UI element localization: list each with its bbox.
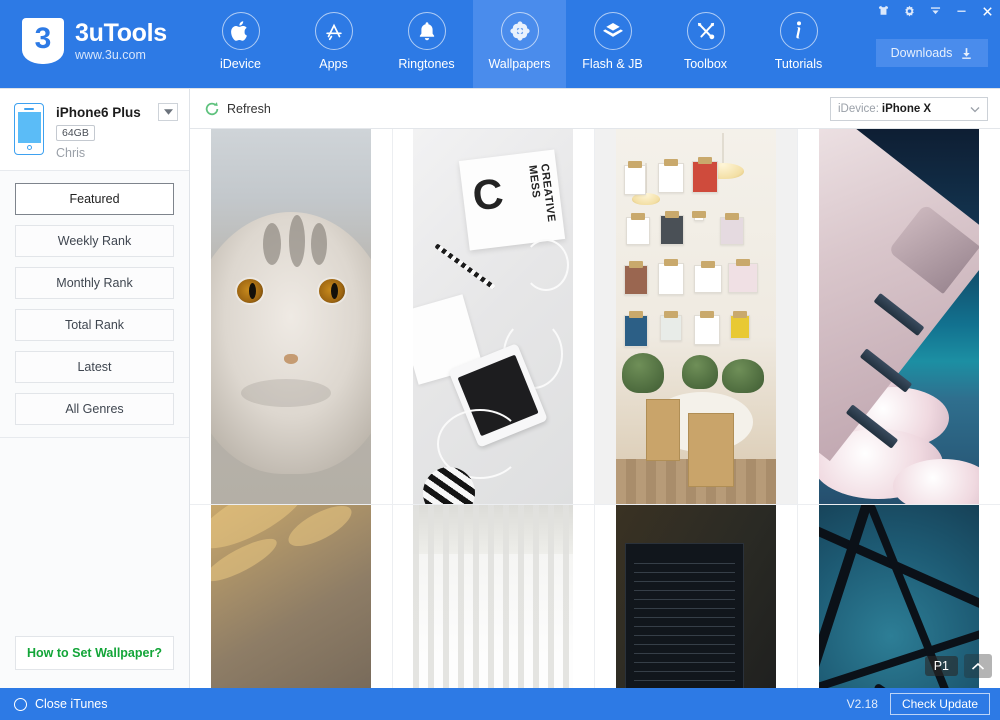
app-header: 3 3uTools www.3u.com iDevice Apps Ringto…: [0, 0, 1000, 88]
openbox-icon: [593, 12, 632, 50]
app-url: www.3u.com: [75, 47, 146, 62]
wallpaper-white-curtain[interactable]: [393, 505, 595, 688]
sidebar-label-weekly-rank: Weekly Rank: [57, 234, 132, 248]
chevron-down-icon: [970, 106, 980, 112]
iphone-icon: [14, 103, 44, 155]
idevice-select-prefix: iDevice:: [838, 103, 879, 115]
content-area: Refresh iDevice: iPhone X C CREATIVE MES…: [190, 89, 1000, 688]
wallpaper-dog-shadow[interactable]: [190, 505, 393, 688]
apple-icon: [221, 12, 260, 50]
check-update-label: Check Update: [901, 697, 978, 711]
nav-item-apps[interactable]: Apps: [287, 0, 380, 88]
version-label: V2.18: [846, 697, 878, 711]
wallpaper-dark-board[interactable]: [595, 505, 798, 688]
appstore-icon: [314, 12, 353, 50]
wallpaper-thumbnail: C CREATIVE MESS: [413, 129, 574, 504]
3utools-window: 3 3uTools www.3u.com iDevice Apps Ringto…: [0, 0, 1000, 720]
tools-icon: [686, 12, 725, 50]
sidebar-item-latest[interactable]: Latest: [15, 351, 174, 383]
wallpaper-airplane-wing[interactable]: [797, 129, 1000, 505]
nav-item-ringtones[interactable]: Ringtones: [380, 0, 473, 88]
sidebar-label-featured: Featured: [69, 192, 120, 206]
device-user: Chris: [56, 146, 86, 160]
download-icon: [962, 47, 972, 59]
close-itunes-button[interactable]: Close iTunes: [14, 697, 108, 711]
bell-icon: [407, 12, 446, 50]
sidebar-menu: Featured Weekly Rank Monthly Rank Total …: [0, 171, 189, 435]
flower-icon: [500, 12, 539, 50]
page-badge: P1: [924, 656, 958, 676]
scroll-to-top-button[interactable]: [964, 654, 992, 678]
idevice-select[interactable]: iDevice: iPhone X: [830, 97, 988, 121]
brand: 3 3uTools www.3u.com: [0, 0, 190, 64]
nav-label-toolbox: Toolbox: [683, 57, 728, 71]
more-dropdown-icon[interactable]: [922, 0, 948, 22]
wallpaper-thumbnail: [413, 505, 574, 688]
skin-icon[interactable]: [870, 0, 896, 22]
wallpaper-kitten[interactable]: [190, 129, 393, 505]
nav-item-tutorials[interactable]: Tutorials: [752, 0, 845, 88]
circle-icon: [14, 697, 27, 711]
page-controls: P1: [924, 654, 992, 678]
main-nav: iDevice Apps Ringtones Wallpapers Flash …: [194, 0, 845, 88]
nav-item-wallpapers[interactable]: Wallpapers: [473, 0, 566, 88]
device-dropdown-button[interactable]: [158, 103, 178, 121]
sidebar: iPhone6 Plus 64GB Chris Featured Weekly …: [0, 89, 190, 688]
how-to-set-wallpaper-button[interactable]: How to Set Wallpaper?: [15, 636, 174, 670]
sidebar-item-featured[interactable]: Featured: [15, 183, 174, 215]
device-name: iPhone6 Plus: [56, 105, 141, 120]
refresh-label: Refresh: [227, 101, 271, 116]
sidebar-label-all-genres: All Genres: [65, 402, 124, 416]
nav-item-flash-jb[interactable]: Flash & JB: [566, 0, 659, 88]
wallpaper-grid-wrap: C CREATIVE MESS P1: [190, 129, 1000, 688]
device-card[interactable]: iPhone6 Plus 64GB Chris: [0, 89, 189, 171]
wallpaper-thumbnail: [210, 505, 371, 688]
app-title: 3uTools: [75, 19, 167, 48]
status-bar: Close iTunes V2.18 Check Update: [0, 688, 1000, 720]
nav-label-wallpapers: Wallpapers: [488, 57, 551, 71]
wallpaper-creative-mess[interactable]: C CREATIVE MESS: [392, 129, 595, 505]
app-body: iPhone6 Plus 64GB Chris Featured Weekly …: [0, 88, 1000, 688]
info-icon: [779, 12, 818, 50]
sidebar-item-monthly-rank[interactable]: Monthly Rank: [15, 267, 174, 299]
wallpaper-cafe-wall[interactable]: [595, 129, 798, 505]
close-itunes-label: Close iTunes: [35, 697, 108, 711]
downloads-button[interactable]: Downloads: [876, 39, 988, 67]
chevron-down-icon: [163, 109, 173, 115]
content-toolbar: Refresh iDevice: iPhone X: [190, 89, 1000, 129]
refresh-button[interactable]: Refresh: [204, 101, 271, 117]
window-controls: [870, 0, 1000, 22]
minimize-icon[interactable]: [948, 0, 974, 22]
app-logo-icon: 3: [22, 18, 64, 64]
nav-label-idevice: iDevice: [220, 57, 261, 71]
nav-label-ringtones: Ringtones: [398, 57, 455, 71]
wallpaper-grid: C CREATIVE MESS: [190, 129, 1000, 688]
idevice-select-value: iPhone X: [881, 103, 932, 115]
wallpaper-thumbnail: [210, 129, 371, 504]
sidebar-label-latest: Latest: [77, 360, 112, 374]
nav-label-apps: Apps: [319, 57, 348, 71]
check-update-button[interactable]: Check Update: [889, 693, 990, 715]
wallpaper-thumbnail: [615, 129, 776, 504]
wallpaper-thumbnail: [818, 129, 979, 504]
downloads-label: Downloads: [890, 46, 953, 60]
device-capacity-badge: 64GB: [56, 125, 95, 141]
wallpaper-thumbnail: [615, 505, 776, 688]
sidebar-item-all-genres[interactable]: All Genres: [15, 393, 174, 425]
nav-label-flash-jb: Flash & JB: [582, 57, 643, 71]
chevron-up-icon: [971, 662, 985, 670]
sidebar-item-weekly-rank[interactable]: Weekly Rank: [15, 225, 174, 257]
nav-label-tutorials: Tutorials: [774, 57, 823, 71]
nav-item-toolbox[interactable]: Toolbox: [659, 0, 752, 88]
nav-item-idevice[interactable]: iDevice: [194, 0, 287, 88]
sidebar-label-total-rank: Total Rank: [64, 318, 125, 332]
refresh-icon: [205, 101, 219, 115]
sidebar-item-total-rank[interactable]: Total Rank: [15, 309, 174, 341]
settings-gear-icon[interactable]: [896, 0, 922, 22]
how-to-set-wallpaper-label: How to Set Wallpaper?: [27, 646, 162, 660]
sidebar-label-monthly-rank: Monthly Rank: [56, 276, 133, 290]
close-icon[interactable]: [974, 0, 1000, 22]
